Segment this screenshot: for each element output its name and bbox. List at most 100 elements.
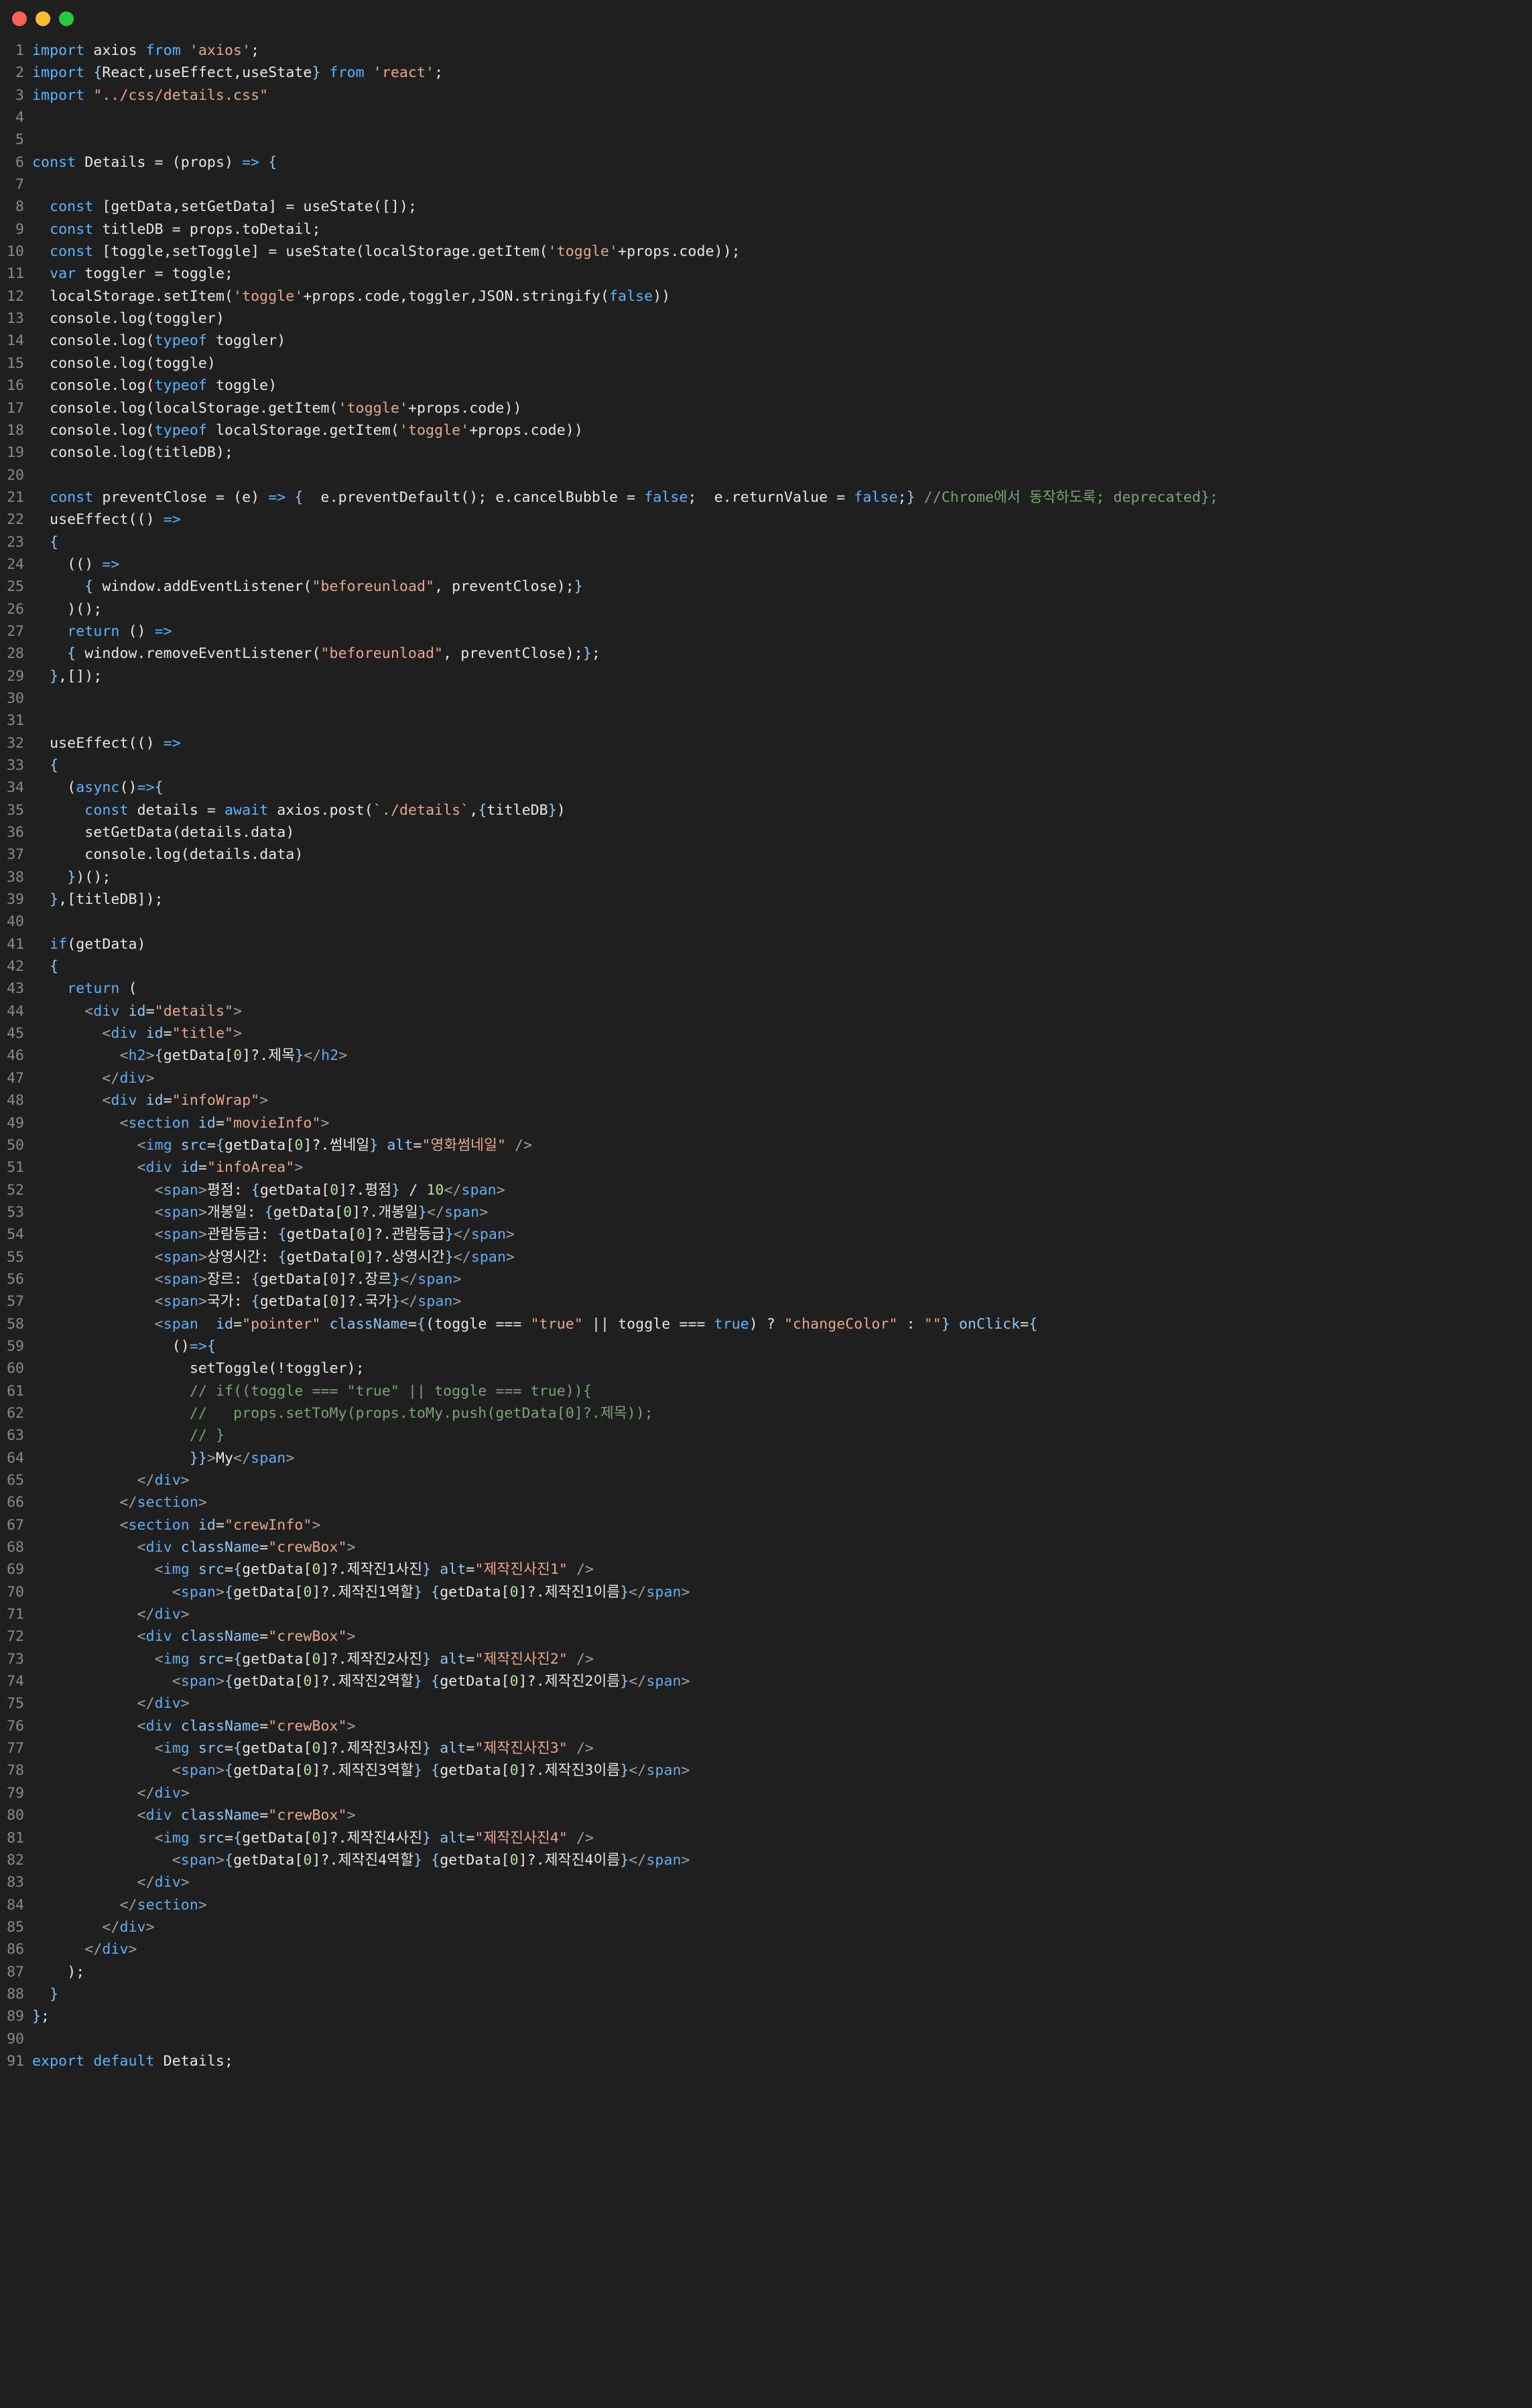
line-number: 23 <box>7 533 24 551</box>
minimize-window-button[interactable] <box>36 11 50 26</box>
line-number: 21 <box>7 488 24 506</box>
code-text: <div id="infoArea"> <box>137 1159 304 1177</box>
line-number: 42 <box>7 958 24 976</box>
code-line: 86 </div> <box>0 1938 1532 1960</box>
line-number: 6 <box>15 153 24 171</box>
code-line: 5 <box>0 129 1532 151</box>
code-text: const [getData,setGetData] = useState([]… <box>50 198 418 216</box>
code-line: 43 return ( <box>0 978 1532 1000</box>
code-line: 63 // } <box>0 1424 1532 1447</box>
code-text: </div> <box>84 1941 137 1958</box>
code-text: <span>장르: {getData[0]?.장르}</span> <box>154 1270 462 1288</box>
line-number: 77 <box>7 1740 24 1757</box>
line-number: 69 <box>7 1561 24 1579</box>
line-number: 89 <box>7 2008 24 2025</box>
line-number: 73 <box>7 1650 24 1668</box>
code-line: 54 <span>관람등급: {getData[0]?.관람등급}</span> <box>0 1223 1532 1246</box>
code-line: 75 </div> <box>0 1692 1532 1715</box>
code-line: 85 </div> <box>0 1916 1532 1938</box>
code-line: 11 var toggler = toggle; <box>0 263 1532 285</box>
code-text: },[titleDB]); <box>50 891 164 909</box>
code-line: 62 // props.setToMy(props.toMy.push(getD… <box>0 1402 1532 1424</box>
code-text: <img src={getData[0]?.제작진3사진} alt="제작진사진… <box>154 1740 594 1757</box>
maximize-window-button[interactable] <box>59 11 74 26</box>
line-number: 11 <box>7 265 24 283</box>
line-number: 62 <box>7 1404 24 1422</box>
line-number: 39 <box>7 891 24 909</box>
line-number: 38 <box>7 868 24 886</box>
code-text: </div> <box>137 1784 190 1802</box>
code-text: </div> <box>137 1874 190 1891</box>
line-number: 85 <box>7 1918 24 1936</box>
code-line: 19 console.log(titleDB); <box>0 442 1532 464</box>
code-line: 4 <box>0 107 1532 129</box>
code-text: // props.setToMy(props.toMy.push(getData… <box>189 1404 653 1422</box>
code-text: <span>{getData[0]?.제작진4역할} {getData[0]?.… <box>172 1851 690 1869</box>
code-line: 80 <div className="crewBox"> <box>0 1804 1532 1826</box>
code-line: 3 import "../css/details.css" <box>0 84 1532 107</box>
code-text: <div className="crewBox"> <box>137 1539 356 1556</box>
code-text: <div className="crewBox"> <box>137 1628 356 1646</box>
line-number: 41 <box>7 935 24 953</box>
code-text: // if((toggle === "true" || toggle === t… <box>189 1382 592 1400</box>
code-line: 53 <span>개봉일: {getData[0]?.개봉일}</span> <box>0 1201 1532 1223</box>
code-line: 76 <div className="crewBox"> <box>0 1715 1532 1737</box>
line-number: 44 <box>7 1002 24 1020</box>
code-text: const Details = (props) => { <box>32 153 277 171</box>
code-text: ); <box>67 1963 85 1981</box>
code-line: 72 <div className="crewBox"> <box>0 1625 1532 1648</box>
code-text: console.log(typeof toggle) <box>50 377 277 395</box>
code-line: 30 <box>0 687 1532 710</box>
line-number: 27 <box>7 622 24 640</box>
code-line: 56 <span>장르: {getData[0]?.장르}</span> <box>0 1268 1532 1290</box>
code-text: },[]); <box>50 667 103 685</box>
code-text: console.log(typeof toggler) <box>50 332 286 350</box>
line-number: 61 <box>7 1382 24 1400</box>
code-line: 14 console.log(typeof toggler) <box>0 330 1532 352</box>
code-line: 6 const Details = (props) => { <box>0 151 1532 174</box>
line-number: 80 <box>7 1807 24 1824</box>
window-titlebar <box>0 0 1532 38</box>
code-text: setGetData(details.data) <box>84 824 295 842</box>
line-number: 8 <box>15 198 24 216</box>
code-line: 90 <box>0 2028 1532 2050</box>
code-text: <span>개봉일: {getData[0]?.개봉일}</span> <box>154 1203 489 1221</box>
code-text: </section> <box>119 1896 207 1914</box>
line-number: 47 <box>7 1069 24 1087</box>
code-line: 25 { window.addEventListener("beforeunlo… <box>0 576 1532 598</box>
line-number: 78 <box>7 1762 24 1780</box>
code-line: 78 <span>{getData[0]?.제작진3역할} {getData[0… <box>0 1759 1532 1782</box>
line-number: 75 <box>7 1695 24 1713</box>
code-text: </div> <box>102 1069 155 1087</box>
code-line: 67 <section id="crewInfo"> <box>0 1514 1532 1536</box>
line-number: 14 <box>7 332 24 350</box>
code-text: useEffect(() => <box>50 734 181 752</box>
code-line: 29 },[]); <box>0 665 1532 687</box>
close-window-button[interactable] <box>12 11 27 26</box>
code-line: 74 <span>{getData[0]?.제작진2역할} {getData[0… <box>0 1670 1532 1692</box>
line-number: 71 <box>7 1606 24 1623</box>
code-text: console.log(details.data) <box>84 846 304 864</box>
line-number: 51 <box>7 1159 24 1177</box>
line-number: 18 <box>7 421 24 439</box>
code-line: 57 <span>국가: {getData[0]?.국가}</span> <box>0 1290 1532 1313</box>
code-editor-area[interactable]: 1 import axios from 'axios'; 2 import {Reac… <box>0 38 1532 2072</box>
line-number: 46 <box>7 1047 24 1065</box>
code-line: 66 </section> <box>0 1491 1532 1514</box>
line-number: 30 <box>7 689 24 707</box>
line-number: 53 <box>7 1203 24 1221</box>
code-line: 65 </div> <box>0 1469 1532 1491</box>
line-number: 60 <box>7 1360 24 1378</box>
code-line: 51 <div id="infoArea"> <box>0 1156 1532 1179</box>
code-text: if(getData) <box>50 935 146 953</box>
code-text: { <box>50 958 59 976</box>
code-text: const preventClose = (e) => { e.preventD… <box>50 488 1218 506</box>
code-text: import axios from 'axios'; <box>32 42 260 59</box>
line-number: 49 <box>7 1114 24 1132</box>
code-text: export default Details; <box>32 2052 234 2070</box>
code-line: 69 <img src={getData[0]?.제작진1사진} alt="제작… <box>0 1558 1532 1581</box>
line-number: 87 <box>7 1963 24 1981</box>
code-line: 84 </section> <box>0 1894 1532 1916</box>
code-text: <span>{getData[0]?.제작진3역할} {getData[0]?.… <box>172 1762 690 1780</box>
code-text: </div> <box>102 1918 155 1936</box>
